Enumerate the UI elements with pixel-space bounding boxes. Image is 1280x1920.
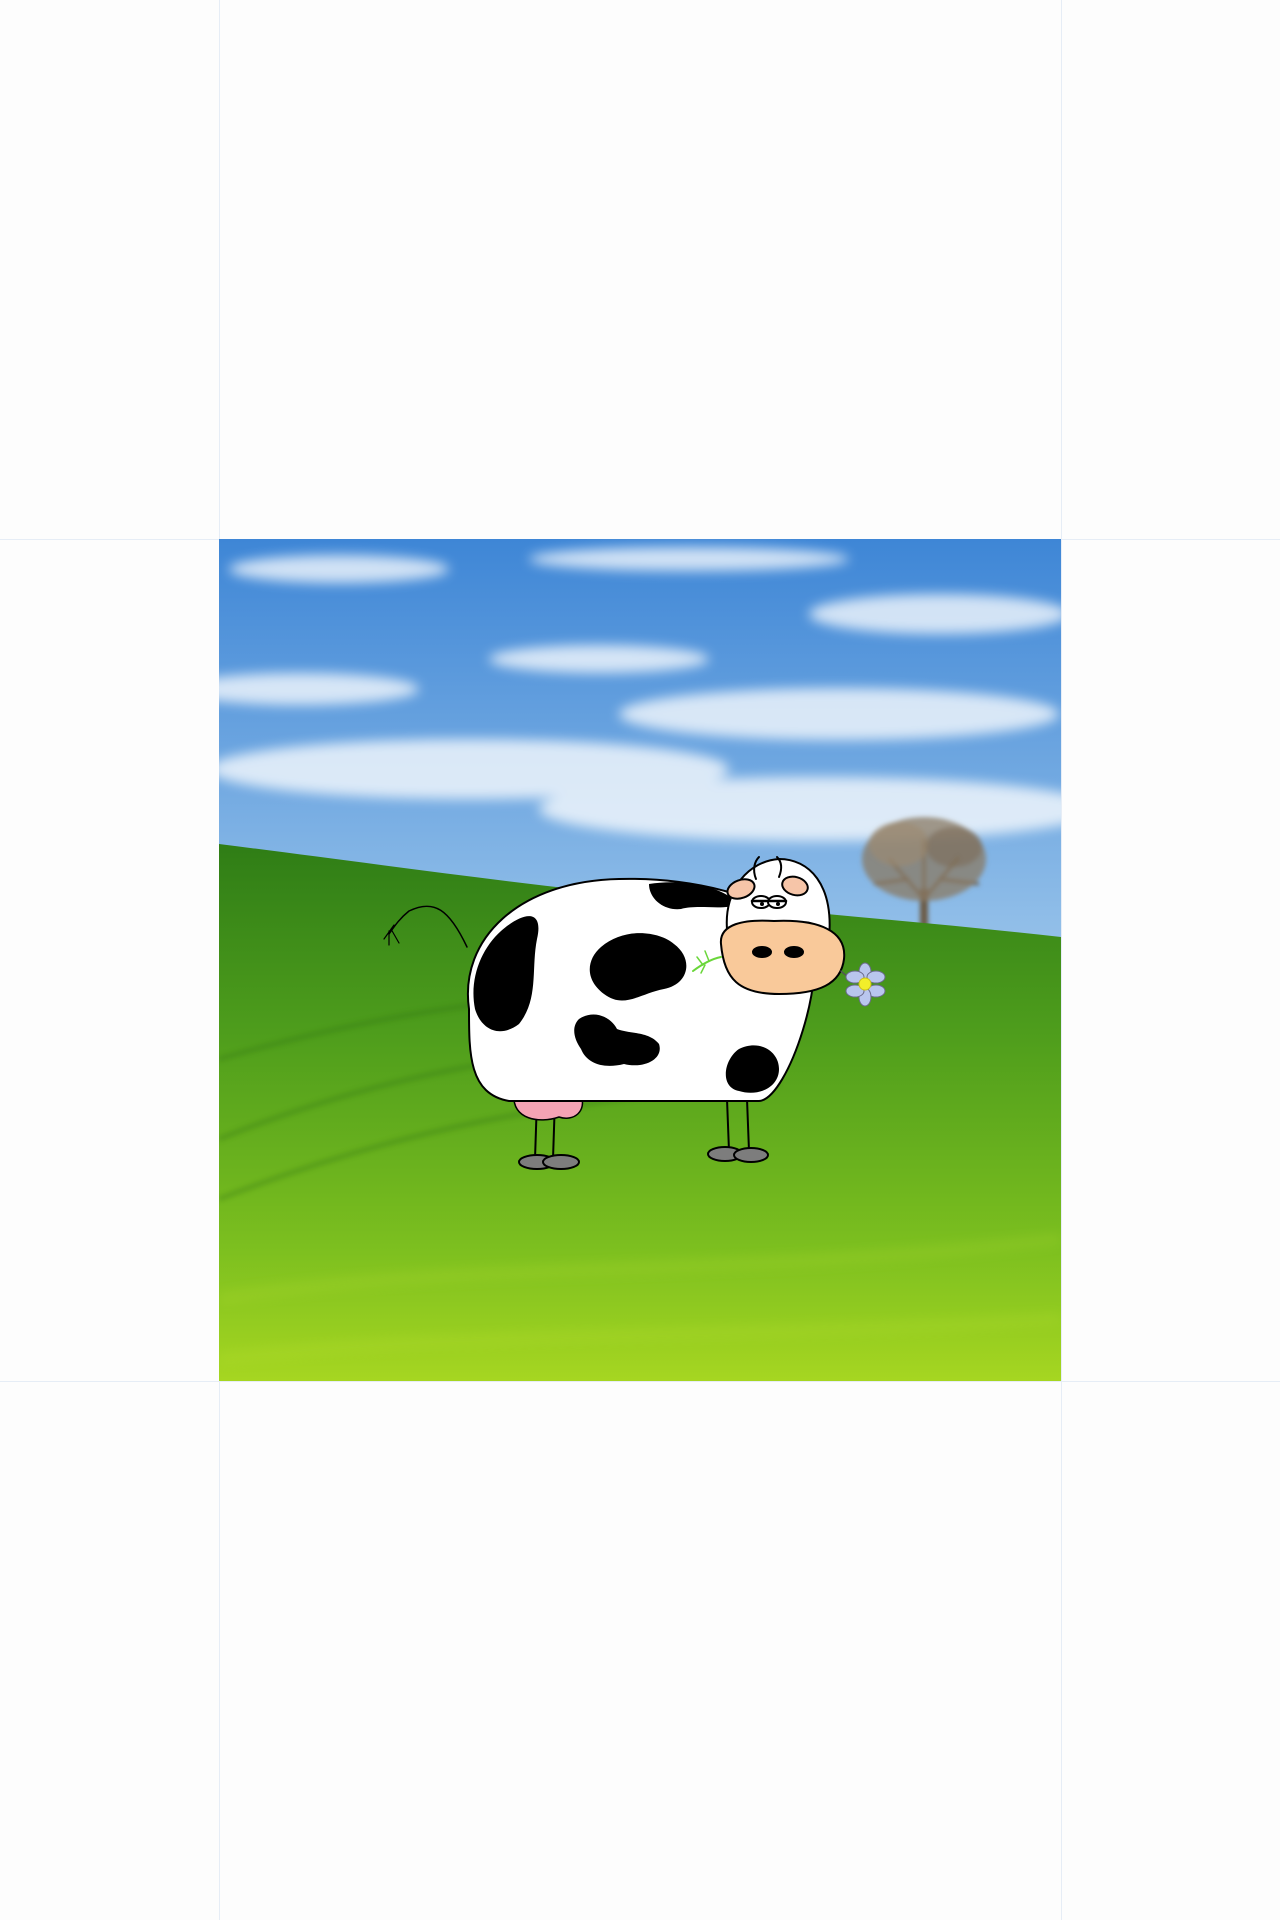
guide-line-right bbox=[1061, 0, 1062, 1920]
cow-hoof bbox=[733, 1147, 769, 1163]
cow-hoof bbox=[542, 1154, 580, 1170]
page-canvas bbox=[0, 0, 1280, 1920]
meadow-cow-image bbox=[219, 539, 1061, 1381]
cow-muzzle bbox=[719, 919, 846, 995]
guide-line-bottom bbox=[0, 1381, 1280, 1382]
